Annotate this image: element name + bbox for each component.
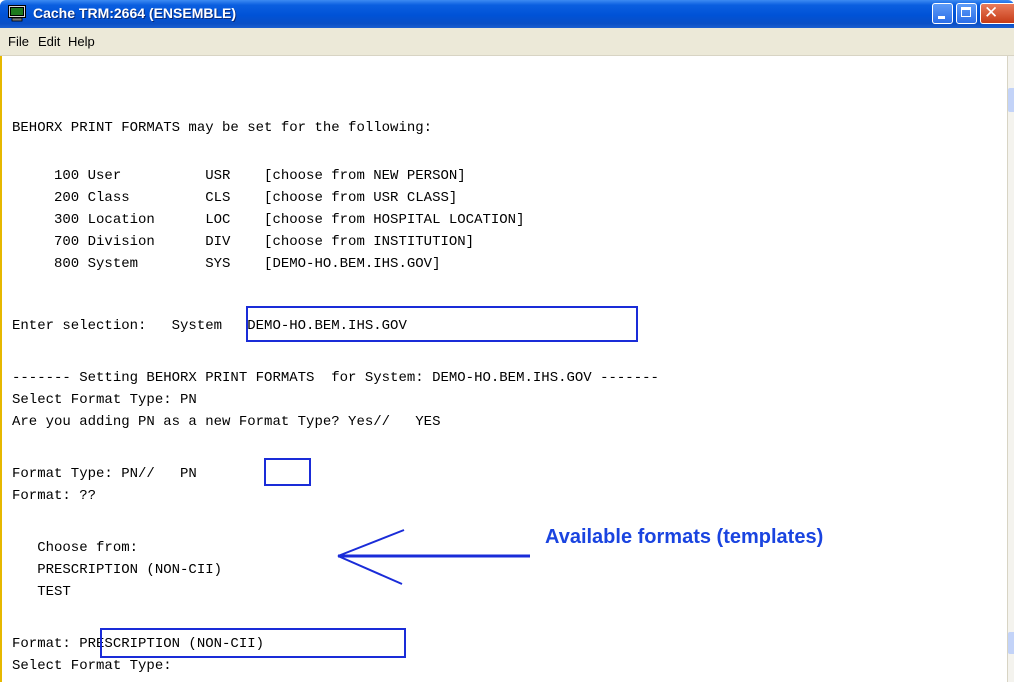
terminal-line-select-format-type-prompt: Select Format Type: xyxy=(12,658,172,674)
menu-file[interactable]: File xyxy=(8,34,29,49)
scroll-up-button[interactable] xyxy=(1008,88,1014,112)
terminal-line-option-location: 300 Location LOC [choose from HOSPITAL L… xyxy=(12,212,525,228)
terminal-line-header: BEHORX PRINT FORMATS may be set for the … xyxy=(12,120,433,136)
annotation-available-formats: Available formats (templates) xyxy=(545,526,824,548)
window-title-bar[interactable]: Cache TRM:2664 (ENSEMBLE) ✕ xyxy=(0,0,1014,28)
close-button[interactable]: ✕ xyxy=(980,3,1014,24)
scroll-down-button[interactable] xyxy=(1008,632,1014,654)
terminal-left-border xyxy=(0,56,2,682)
terminal-line-format-help: Format: ?? xyxy=(12,488,97,504)
window-title: Cache TRM:2664 (ENSEMBLE) xyxy=(33,5,237,21)
menu-help[interactable]: Help xyxy=(68,34,95,49)
terminal-line-option-class: 200 Class CLS [choose from USR CLASS] xyxy=(12,190,458,206)
terminal-line-setting-banner: ------- Setting BEHORX PRINT FORMATS for… xyxy=(12,370,659,386)
terminal-line-option-division: 700 Division DIV [choose from INSTITUTIO… xyxy=(12,234,475,250)
menu-edit[interactable]: Edit xyxy=(38,34,60,49)
terminal-line-option-user: 100 User USR [choose from NEW PERSON] xyxy=(12,168,466,184)
terminal-line-format-type: Format Type: PN// PN xyxy=(12,466,197,482)
left-arrow-icon xyxy=(337,529,530,585)
maximize-button[interactable] xyxy=(956,3,977,24)
terminal-line-option-system: 800 System SYS [DEMO-HO.BEM.IHS.GOV] xyxy=(12,256,441,272)
vertical-scrollbar[interactable] xyxy=(1007,56,1014,682)
terminal-app-icon xyxy=(8,5,26,22)
terminal-line-choose-from: Choose from: xyxy=(12,540,139,556)
terminal-line-select-format-type: Select Format Type: PN xyxy=(12,392,197,408)
close-icon: ✕ xyxy=(984,3,999,23)
terminal-line-choice-prescription: PRESCRIPTION (NON-CII) xyxy=(12,562,223,578)
highlight-enter-selection xyxy=(246,306,638,342)
highlight-format-prescription xyxy=(100,628,406,658)
terminal-line-choice-test: TEST xyxy=(12,584,71,600)
highlight-format-type-pn xyxy=(264,458,311,486)
minimize-button[interactable] xyxy=(932,3,953,24)
terminal-line-confirm-new: Are you adding PN as a new Format Type? … xyxy=(12,414,441,430)
menu-bar: File Edit Help xyxy=(0,28,1014,56)
